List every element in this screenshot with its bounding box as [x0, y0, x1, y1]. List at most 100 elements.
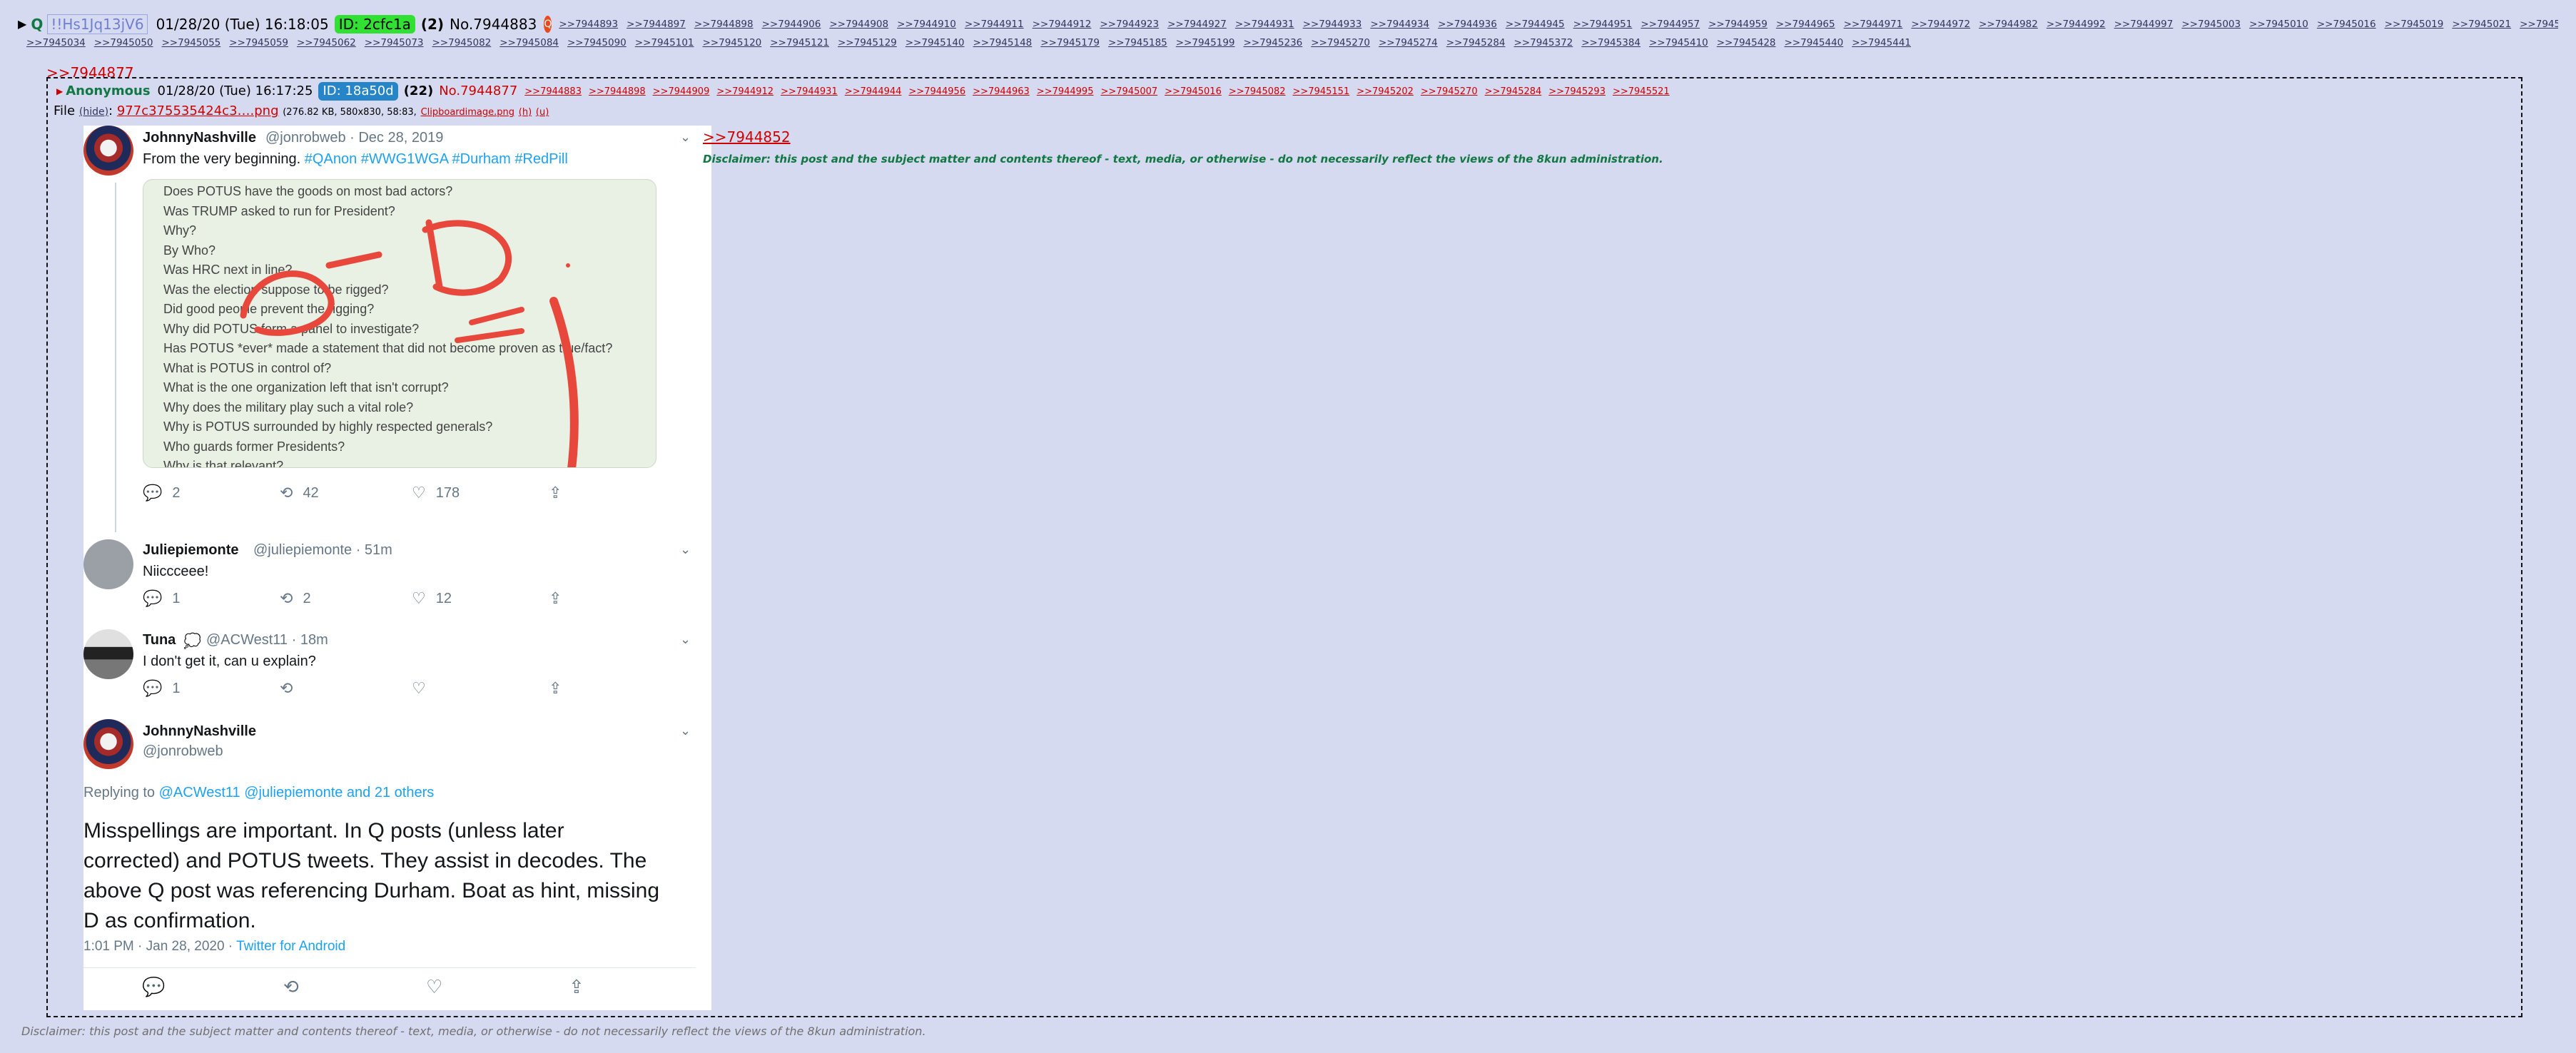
backlink[interactable]: >>7945090 — [567, 37, 627, 49]
backlink[interactable]: >>7945050 — [94, 37, 153, 49]
like-action[interactable]: ♡ — [412, 679, 436, 698]
backlink[interactable]: >>7944951 — [1573, 19, 1633, 30]
backlink[interactable]: >>7945084 — [500, 37, 559, 49]
tweet-screenshot-image[interactable]: JohnnyNashville @jonrobweb · Dec 28, 201… — [83, 126, 711, 1010]
file-u-link[interactable]: (u) — [536, 107, 549, 118]
backlink[interactable]: >>7945270 — [1421, 86, 1478, 97]
backlink[interactable]: >>7944909 — [653, 86, 710, 97]
reply-quote-link[interactable]: >>7944852 — [703, 128, 791, 146]
backlink[interactable]: >>7944927 — [1167, 19, 1227, 30]
backlink[interactable]: >>7945062 — [297, 37, 356, 49]
backlink[interactable]: >>7945010 — [2249, 19, 2308, 30]
backlink[interactable]: >>7945021 — [2452, 19, 2511, 30]
reply-icon[interactable]: 💬 — [142, 976, 165, 998]
backlink[interactable]: >>7944936 — [1438, 19, 1497, 30]
share-action[interactable]: ⇪ — [549, 589, 572, 608]
backlink[interactable]: >>7945016 — [2317, 19, 2376, 30]
backlink[interactable]: >>7945440 — [1785, 37, 1844, 49]
retweet-action[interactable]: ⟲ 2 — [280, 589, 311, 608]
backlink[interactable]: >>7944982 — [1979, 19, 2038, 30]
backlink[interactable]: >>7945151 — [1293, 86, 1350, 97]
backlink[interactable]: >>7944908 — [829, 19, 888, 30]
share-action[interactable]: ⇪ — [549, 484, 572, 502]
backlink[interactable]: >>7945202 — [1357, 86, 1414, 97]
chevron-down-icon[interactable]: ⌄ — [680, 542, 691, 557]
backlink[interactable]: >>7944972 — [1911, 19, 1970, 30]
chevron-down-icon[interactable]: ⌄ — [680, 130, 691, 145]
backlink[interactable]: >>7944923 — [1100, 19, 1159, 30]
backlink[interactable]: >>7945284 — [1485, 86, 1542, 97]
backlink[interactable]: >>7945055 — [162, 37, 221, 49]
backlink[interactable]: >>7945274 — [1379, 37, 1438, 49]
reply-action[interactable]: 💬 1 — [143, 589, 181, 608]
backlink[interactable]: >>7945016 — [1165, 86, 1222, 97]
reply-id-badge[interactable]: ID: 18a50d — [318, 82, 398, 101]
reply-action[interactable]: 💬 2 — [143, 484, 181, 502]
backlink[interactable]: >>7945270 — [1311, 37, 1370, 49]
backlink[interactable]: >>7944897 — [627, 19, 686, 30]
backlink[interactable]: >>7944963 — [973, 86, 1030, 97]
backlink[interactable]: >>7945185 — [1108, 37, 1167, 49]
backlink[interactable]: >>7944911 — [965, 19, 1024, 30]
replying-to-users[interactable]: @ACWest11 @juliepiemonte and 21 others — [159, 785, 435, 800]
backlink[interactable]: >>7944965 — [1776, 19, 1835, 30]
backlink[interactable]: >>7945007 — [1100, 86, 1157, 97]
poster-id-badge[interactable]: ID: 2cfc1a — [334, 15, 415, 34]
backlink[interactable]: >>7944898 — [589, 86, 646, 97]
backlink[interactable]: >>7945293 — [1548, 86, 1606, 97]
file-h-link[interactable]: (h) — [519, 107, 532, 118]
backlink[interactable]: >>7945441 — [1852, 37, 1911, 49]
backlink[interactable]: >>7945521 — [1613, 86, 1670, 97]
backlink[interactable]: >>7944931 — [1235, 19, 1294, 30]
backlink[interactable]: >>7945003 — [2181, 19, 2241, 30]
retweet-action[interactable]: ⟲ 42 — [280, 484, 319, 502]
backlink[interactable]: >>7944959 — [1708, 19, 1768, 30]
backlink[interactable]: >>7944997 — [2114, 19, 2174, 30]
backlink[interactable]: >>7944971 — [1844, 19, 1903, 30]
backlink[interactable]: >>7945236 — [1244, 37, 1303, 49]
backlink[interactable]: >>7945129 — [838, 37, 897, 49]
original-filename-link[interactable]: Clipboardimage.png — [421, 107, 514, 118]
backlink[interactable]: >>7945148 — [973, 37, 1033, 49]
backlink[interactable]: >>7944931 — [781, 86, 838, 97]
file-name-link[interactable]: 977c375535424c3….png — [117, 103, 279, 118]
like-action[interactable]: ♡ 178 — [412, 484, 460, 502]
backlink[interactable]: >>7944945 — [1506, 19, 1565, 30]
backlink[interactable]: >>7945082 — [1229, 86, 1286, 97]
share-icon[interactable]: ⇪ — [569, 976, 584, 998]
backlink[interactable]: >>7945410 — [1649, 37, 1708, 49]
retweet-action[interactable]: ⟲ — [280, 679, 303, 698]
backlink[interactable]: >>7945384 — [1581, 37, 1641, 49]
backlink[interactable]: >>7945284 — [1446, 37, 1506, 49]
backlink[interactable]: >>7944957 — [1641, 19, 1700, 30]
backlink[interactable]: >>7944912 — [1033, 19, 1092, 30]
backlink[interactable]: >>7945428 — [1717, 37, 1776, 49]
heart-icon[interactable]: ♡ — [426, 976, 442, 998]
reply-post-number[interactable]: No.7944877 — [439, 82, 517, 101]
backlink[interactable]: >>7944995 — [1037, 86, 1094, 97]
backlink[interactable]: >>7944898 — [694, 19, 754, 30]
reply-action[interactable]: 💬 1 — [143, 679, 181, 698]
share-action[interactable]: ⇪ — [549, 679, 572, 698]
backlink[interactable]: >>7945120 — [703, 37, 762, 49]
backlink[interactable]: >>7945372 — [1514, 37, 1573, 49]
retweet-icon[interactable]: ⟲ — [283, 976, 299, 998]
backlink[interactable]: >>7944912 — [716, 86, 774, 97]
backlink[interactable]: >>7944944 — [845, 86, 902, 97]
backlink[interactable]: >>7944910 — [897, 19, 956, 30]
backlink[interactable]: >>7945034 — [26, 37, 86, 49]
hide-link[interactable]: (hide) — [79, 106, 108, 118]
backlink[interactable]: >>7945121 — [770, 37, 829, 49]
backlink[interactable]: >>7944883 — [524, 86, 582, 97]
backlink[interactable]: >>7945073 — [365, 37, 424, 49]
backlink[interactable]: >>7945023 — [2520, 19, 2558, 30]
backlink[interactable]: >>7944933 — [1303, 19, 1362, 30]
collapse-triangle-icon[interactable]: ▶ — [18, 15, 26, 34]
backlink[interactable]: >>7944906 — [762, 19, 821, 30]
tweet-client[interactable]: Twitter for Android — [236, 939, 345, 954]
post-number-link[interactable]: No.7944883 — [450, 15, 537, 34]
backlink[interactable]: >>7945101 — [635, 37, 694, 49]
backlink[interactable]: >>7945082 — [432, 37, 492, 49]
backlink[interactable]: >>7944992 — [2047, 19, 2106, 30]
chevron-down-icon[interactable]: ⌄ — [680, 723, 691, 738]
